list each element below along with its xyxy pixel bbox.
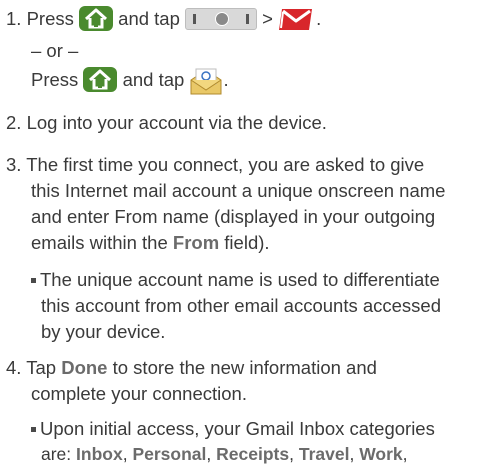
step-4-bullet-line-2: are: Inbox, Personal, Receipts, Travel, … [41, 442, 408, 467]
step-3-text-3: and enter From name (displayed in your o… [31, 206, 436, 227]
step-3-text-2: this Internet mail account a unique onsc… [31, 180, 446, 201]
step-3-bullet-line-1: The unique account name is used to diffe… [31, 267, 440, 292]
category-travel: Travel [298, 444, 350, 464]
comma: , [349, 444, 355, 464]
comma: , [289, 444, 294, 464]
step-3-text-4c: field). [219, 232, 270, 253]
step-2-text: Log into your account via the device. [26, 112, 327, 133]
step-4-number: 4. [6, 357, 22, 378]
home-key-icon [79, 6, 114, 31]
home-key-icon [83, 67, 118, 92]
comma: , [122, 444, 128, 464]
step-4-are-text: are: [41, 444, 77, 464]
step-3-text-4a: emails within the [31, 232, 173, 253]
step-2-number: 2. [6, 112, 22, 133]
step-4-bullet-line-1: Upon initial access, your Gmail Inbox ca… [31, 416, 435, 441]
step-1-period-2: . [223, 69, 229, 90]
step-2-line: 2. Log into your account via the device. [6, 110, 327, 135]
step-4-text-2: complete your connection. [31, 383, 247, 404]
bullet-icon [31, 278, 36, 283]
done-label: Done [61, 357, 108, 378]
step-4-bullet-text-1: Upon initial access, your Gmail Inbox ca… [40, 418, 435, 439]
step-3-line-1: 3. The first time you connect, you are a… [6, 152, 424, 177]
category-receipts: Receipts [216, 444, 290, 464]
step-1-greater-than: > [262, 8, 273, 29]
category-inbox: Inbox [76, 444, 123, 464]
step-1-press: Press [26, 8, 74, 29]
bullet-icon [31, 427, 36, 432]
category-work: Work [359, 444, 403, 464]
step-3-bullet-text-1: The unique account name is used to diffe… [40, 269, 440, 290]
step-1-press-2: Press [31, 69, 79, 90]
step-3-line-4: emails within the From field). [31, 230, 270, 255]
comma: , [206, 444, 212, 464]
step-1-period: . [316, 8, 322, 29]
step-3-number: 3. [6, 154, 22, 175]
email-envelope-icon [189, 66, 223, 102]
step-3-text-1: The first time you connect, you are aske… [26, 154, 425, 175]
step-1-and-tap: and tap [118, 8, 180, 29]
launcher-bar-icon [185, 8, 258, 30]
comma: , [402, 444, 408, 464]
step-3-bullet-text-2: this account from other email accounts a… [41, 295, 441, 316]
step-3-bullet-text-3: by your device. [41, 321, 166, 342]
from-field-label: From [172, 232, 220, 253]
step-4-text-1c: to store the new information and [107, 357, 377, 378]
step-1-or: – or – [31, 40, 79, 61]
step-4-text-1a: Tap [26, 357, 62, 378]
step-4-line-1: 4. Tap Done to store the new information… [6, 355, 377, 380]
step-1-alt-line: Press and tap . [31, 66, 229, 102]
gmail-icon [278, 6, 316, 38]
step-1-and-tap-2: and tap [122, 69, 185, 90]
step-1-line: 1. Press and tap > . [6, 6, 321, 38]
category-personal: Personal [132, 444, 207, 464]
step-1-number: 1. [6, 8, 22, 29]
